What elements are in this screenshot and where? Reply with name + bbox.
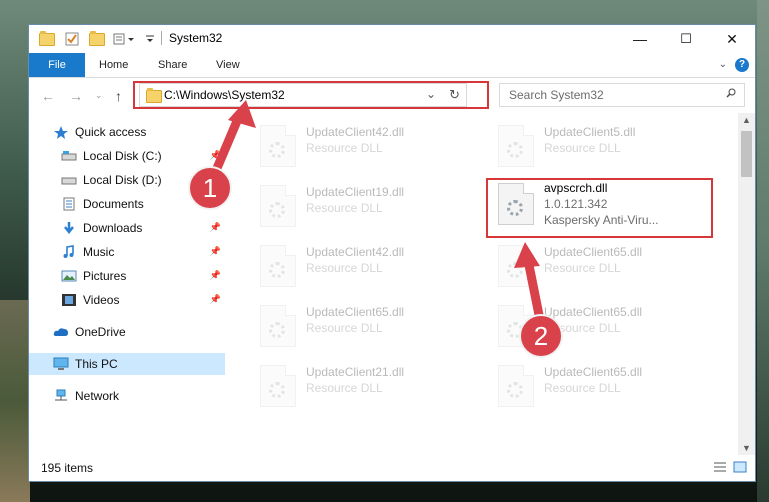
step-2-badge: 2 (519, 314, 563, 358)
annotation-arrows (207, 100, 545, 325)
step-1-badge: 1 (188, 166, 232, 210)
arrow-2 (514, 242, 545, 325)
